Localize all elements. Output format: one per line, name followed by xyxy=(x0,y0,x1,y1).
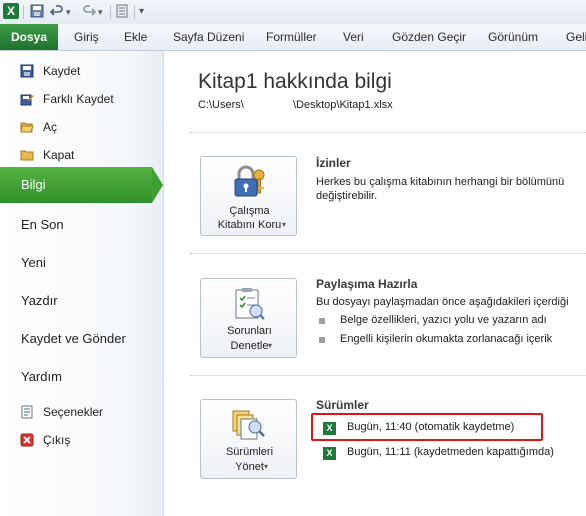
form-icon[interactable] xyxy=(116,4,128,22)
sidebar-item-recent[interactable]: En Son xyxy=(21,217,64,232)
checklist-icon xyxy=(233,287,265,326)
dropdown-arrow-icon[interactable]: ▾ xyxy=(66,4,71,20)
permissions-text-line1: Herkes bu çalışma kitabının herhangi bir… xyxy=(316,176,565,188)
version-label: Bugün, 11:11 (kaydetmeden kapattığımda) xyxy=(347,446,554,458)
sidebar-item-help[interactable]: Yardım xyxy=(21,369,62,384)
toolbar-separator xyxy=(134,5,135,19)
undo-icon[interactable] xyxy=(49,4,64,22)
versions-title: Sürümler xyxy=(316,398,369,412)
tab-view[interactable]: Görünüm xyxy=(488,30,538,44)
sidebar-item-label: Bilgi xyxy=(21,177,46,192)
chevron-down-icon: ▾ xyxy=(268,341,273,350)
file-path-end: \Desktop\Kitap1.xlsx xyxy=(293,99,393,111)
divider xyxy=(190,253,586,255)
prepare-text: Bu dosyayı paylaşmadan önce aşağıdakiler… xyxy=(316,296,569,308)
chevron-down-icon: ▾ xyxy=(264,462,269,471)
permissions-text-line2: değiştirebilir. xyxy=(316,190,378,202)
excel-file-icon: X xyxy=(323,422,336,435)
sidebar-item-print[interactable]: Yazdır xyxy=(21,293,58,308)
check-for-issues-button[interactable]: Sorunları Denetle ▾ xyxy=(200,278,297,358)
sidebar-item-label: Seçenekler xyxy=(43,405,104,419)
divider xyxy=(190,132,586,134)
excel-icon[interactable]: X xyxy=(3,3,19,19)
tab-file[interactable]: Dosya xyxy=(0,24,58,50)
list-item: Engelli kişilerin okumakta zorlanacağı i… xyxy=(340,333,553,345)
divider xyxy=(190,375,586,377)
chevron-down-icon: ▾ xyxy=(282,220,287,229)
tab-home[interactable]: Giriş xyxy=(74,30,99,44)
sidebar-item-label: Farklı Kaydet xyxy=(43,92,114,106)
tab-formulas[interactable]: Formüller xyxy=(266,30,317,44)
protect-workbook-button[interactable]: Çalışma Kitabını Koru ▾ xyxy=(200,156,297,236)
button-label-line1: Sürümleri xyxy=(225,446,274,458)
list-item: Belge özellikleri, yazıcı yolu ve yazarı… xyxy=(340,314,547,326)
sidebar-item-label: Çıkış xyxy=(43,433,71,447)
selected-arrow xyxy=(152,167,163,203)
button-label-line1: Sorunları xyxy=(227,325,272,337)
exit-icon xyxy=(20,433,34,447)
sidebar-item-info[interactable]: Bilgi xyxy=(0,167,152,203)
tab-data[interactable]: Veri xyxy=(343,30,364,44)
redo-icon[interactable] xyxy=(82,4,97,22)
sidebar-item-label: Kapat xyxy=(43,148,75,162)
toolbar-separator xyxy=(110,5,111,19)
page-title: Kitap1 hakkında bilgi xyxy=(198,70,392,93)
excel-file-icon: X xyxy=(323,447,336,460)
dropdown-arrow-icon[interactable]: ▾ xyxy=(98,4,103,20)
open-folder-icon xyxy=(20,120,34,134)
close-folder-icon xyxy=(20,148,34,162)
sidebar-item-label: Aç xyxy=(43,120,58,134)
tab-page-layout[interactable]: Sayfa Düzeni xyxy=(173,30,244,44)
customize-icon[interactable]: ▾ xyxy=(139,4,144,20)
lock-keys-icon xyxy=(231,165,267,204)
sidebar-item-label: Kaydet xyxy=(43,64,81,78)
options-icon xyxy=(20,405,34,419)
button-label-line2: Denetle xyxy=(230,340,269,352)
save-icon xyxy=(20,64,34,78)
file-path-start: C:\Users\ xyxy=(198,99,244,111)
prepare-title: Paylaşıma Hazırla xyxy=(316,277,418,291)
version-label: Bugün, 11:40 (otomatik kaydetme) xyxy=(347,421,515,433)
save-icon[interactable] xyxy=(30,4,44,22)
permissions-title: İzinler xyxy=(316,156,351,170)
sidebar-item-save-and-send[interactable]: Kaydet ve Gönder xyxy=(21,331,126,346)
manage-versions-button[interactable]: Sürümleri Yönet ▾ xyxy=(200,399,297,479)
bullet-icon xyxy=(319,318,325,324)
button-label-line1: Çalışma xyxy=(229,205,270,217)
tab-insert[interactable]: Ekle xyxy=(124,30,147,44)
quick-access-toolbar: X ▾ ▾ ▾ xyxy=(0,0,586,25)
bullet-icon xyxy=(319,337,325,343)
versions-icon xyxy=(231,408,267,447)
toolbar-separator xyxy=(23,5,24,19)
ribbon-tabs: Dosya Giriş Ekle Sayfa Düzeni Formüller … xyxy=(0,24,586,51)
tab-developer[interactable]: Geli xyxy=(566,30,586,44)
button-label-line2: Yönet xyxy=(235,461,264,473)
save-as-icon xyxy=(20,92,34,106)
sidebar-item-new[interactable]: Yeni xyxy=(21,255,46,270)
tab-review[interactable]: Gözden Geçir xyxy=(392,30,466,44)
